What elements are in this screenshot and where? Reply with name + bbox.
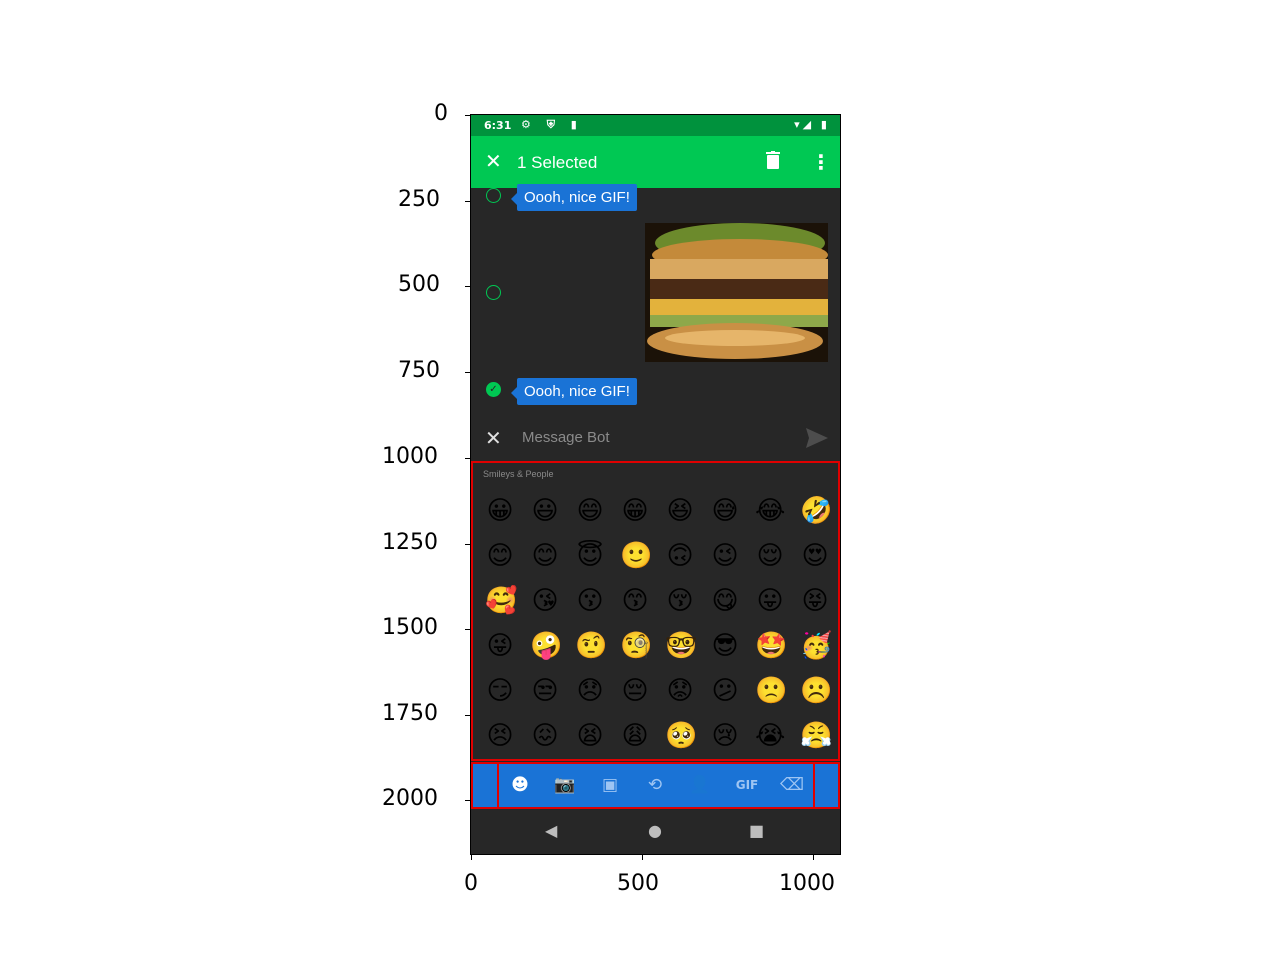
x-tick-mark (642, 854, 643, 860)
emoji-toolbar: ☻ 📷 ▣ ⟲ 👤 GIF ⌫ (471, 762, 840, 809)
y-tick-0: 0 (434, 101, 448, 126)
emoji-key[interactable]: 😎 (710, 631, 740, 661)
select-circle[interactable] (486, 188, 501, 203)
emoji-key[interactable]: ☹️ (800, 676, 832, 706)
status-notification-icons: ⚙ ⛨ ▮ (521, 118, 583, 131)
x-tick-500: 500 (617, 871, 659, 896)
message-bubble[interactable]: Oooh, nice GIF! (511, 184, 637, 211)
select-circle-checked[interactable]: ✓ (486, 382, 501, 397)
y-tick-1000: 1000 (382, 444, 438, 469)
emoji-key[interactable]: 😒 (530, 676, 560, 706)
select-circle[interactable] (486, 285, 501, 300)
emoji-key[interactable]: 😙 (620, 586, 650, 616)
recent-tab-icon[interactable]: ⟲ (644, 774, 666, 796)
recents-icon[interactable]: ■ (749, 821, 764, 840)
gif-message[interactable] (645, 223, 828, 362)
gif-tab[interactable]: GIF (731, 774, 763, 796)
emoji-key[interactable]: 😔 (620, 676, 650, 706)
backspace-icon[interactable]: ⌫ (780, 774, 804, 796)
emoji-key[interactable]: 🤪 (530, 631, 562, 661)
emoji-key[interactable]: 🤩 (755, 631, 787, 661)
emoji-key[interactable]: 😜 (485, 631, 515, 661)
trash-icon[interactable] (766, 151, 780, 169)
x-tick-0: 0 (464, 871, 478, 896)
selection-action-bar: ✕ 1 Selected ⋮ (471, 136, 840, 188)
emoji-key[interactable]: 😍 (800, 541, 830, 571)
camera-tab-icon[interactable]: 📷 (554, 774, 576, 796)
emoji-key[interactable]: 😋 (710, 586, 740, 616)
emoji-key[interactable]: 😖 (530, 721, 560, 751)
burger-image (645, 223, 828, 362)
emoji-key[interactable]: 🤣 (800, 496, 832, 526)
emoji-category-label: Smileys & People (483, 469, 554, 479)
emoji-key[interactable]: 😫 (575, 721, 605, 751)
emoji-key[interactable]: 😕 (710, 676, 740, 706)
x-tick-1000: 1000 (779, 871, 835, 896)
y-tick-1250: 1250 (382, 530, 438, 555)
navigation-bar: ◀ ● ■ (471, 809, 840, 854)
emoji-key[interactable]: 🙁 (755, 676, 787, 706)
emoji-key[interactable]: 😄 (575, 496, 605, 526)
emoji-key[interactable]: 😘 (530, 586, 560, 616)
emoji-key[interactable]: 😝 (800, 586, 830, 616)
home-icon[interactable]: ● (648, 821, 662, 840)
x-tick-mark (471, 854, 472, 860)
emoji-key[interactable]: 😇 (575, 541, 605, 571)
emoji-key[interactable]: 😆 (665, 496, 695, 526)
emoji-key[interactable]: 🥳 (800, 631, 832, 661)
emoji-key[interactable]: 😟 (665, 676, 695, 706)
status-bar: 6:31 ⚙ ⛨ ▮ ▾◢ ▮ (471, 115, 840, 136)
emoji-key[interactable]: 😭 (755, 721, 785, 751)
emoji-key[interactable]: 😞 (575, 676, 605, 706)
close-icon[interactable]: ✕ (485, 426, 502, 450)
y-tick-500: 500 (398, 272, 440, 297)
message-bubble[interactable]: Oooh, nice GIF! (511, 378, 637, 405)
y-tick-250: 250 (398, 187, 440, 212)
emoji-key[interactable]: 😛 (755, 586, 785, 616)
emoji-key[interactable]: 😢 (710, 721, 740, 751)
emoji-tab-icon[interactable]: ☻ (509, 774, 531, 796)
selection-title: 1 Selected (517, 153, 598, 172)
status-time: 6:31 (484, 119, 512, 132)
emoji-key[interactable]: 😌 (755, 541, 785, 571)
emoji-key[interactable]: 🙃 (665, 541, 695, 571)
message-input[interactable]: Message Bot (522, 429, 610, 446)
y-tick-1500: 1500 (382, 615, 438, 640)
image-tab-icon[interactable]: ▣ (599, 774, 621, 796)
emoji-key[interactable]: 😗 (575, 586, 605, 616)
y-tick-2000: 2000 (382, 786, 438, 811)
emoji-key[interactable]: 😩 (620, 721, 650, 751)
contact-tab-icon[interactable]: 👤 (689, 774, 711, 796)
send-icon[interactable] (806, 428, 828, 448)
status-system-icons: ▾◢ ▮ (794, 118, 830, 131)
close-icon[interactable]: ✕ (485, 149, 502, 173)
emoji-key[interactable]: 😊 (485, 541, 515, 571)
emoji-key[interactable]: 😚 (665, 586, 695, 616)
phone-screen: 6:31 ⚙ ⛨ ▮ ▾◢ ▮ ✕ 1 Selected ⋮ Oooh, nic… (470, 114, 841, 855)
emoji-key[interactable]: 😊 (530, 541, 560, 571)
emoji-key[interactable]: 🧐 (620, 631, 652, 661)
back-icon[interactable]: ◀ (545, 821, 557, 840)
emoji-key[interactable]: 🥰 (485, 586, 517, 616)
emoji-key[interactable]: 😣 (485, 721, 515, 751)
y-tick-1750: 1750 (382, 701, 438, 726)
emoji-key[interactable]: 😃 (530, 496, 560, 526)
emoji-key[interactable]: 😀 (485, 496, 515, 526)
emoji-key[interactable]: 🥺 (665, 721, 697, 751)
emoji-key[interactable]: 😂 (755, 496, 785, 526)
emoji-panel: Smileys & People 😀 😃 😄 😁 😆 😅 😂 🤣 😊 😊 😇 🙂 🙃 😉 😌 😍 🥰 😘 😗 😙 😚 😋 😛… (471, 461, 840, 761)
emoji-key[interactable]: 😉 (710, 541, 740, 571)
emoji-key[interactable]: 😤 (800, 721, 832, 751)
more-vert-icon[interactable]: ⋮ (811, 150, 831, 174)
emoji-key[interactable]: 😏 (485, 676, 515, 706)
emoji-key[interactable]: 😁 (620, 496, 650, 526)
x-tick-mark (813, 854, 814, 860)
emoji-key[interactable]: 😅 (710, 496, 740, 526)
emoji-key[interactable]: 🙂 (620, 541, 652, 571)
emoji-key[interactable]: 🤓 (665, 631, 697, 661)
emoji-key[interactable]: 🤨 (575, 631, 607, 661)
y-tick-750: 750 (398, 358, 440, 383)
